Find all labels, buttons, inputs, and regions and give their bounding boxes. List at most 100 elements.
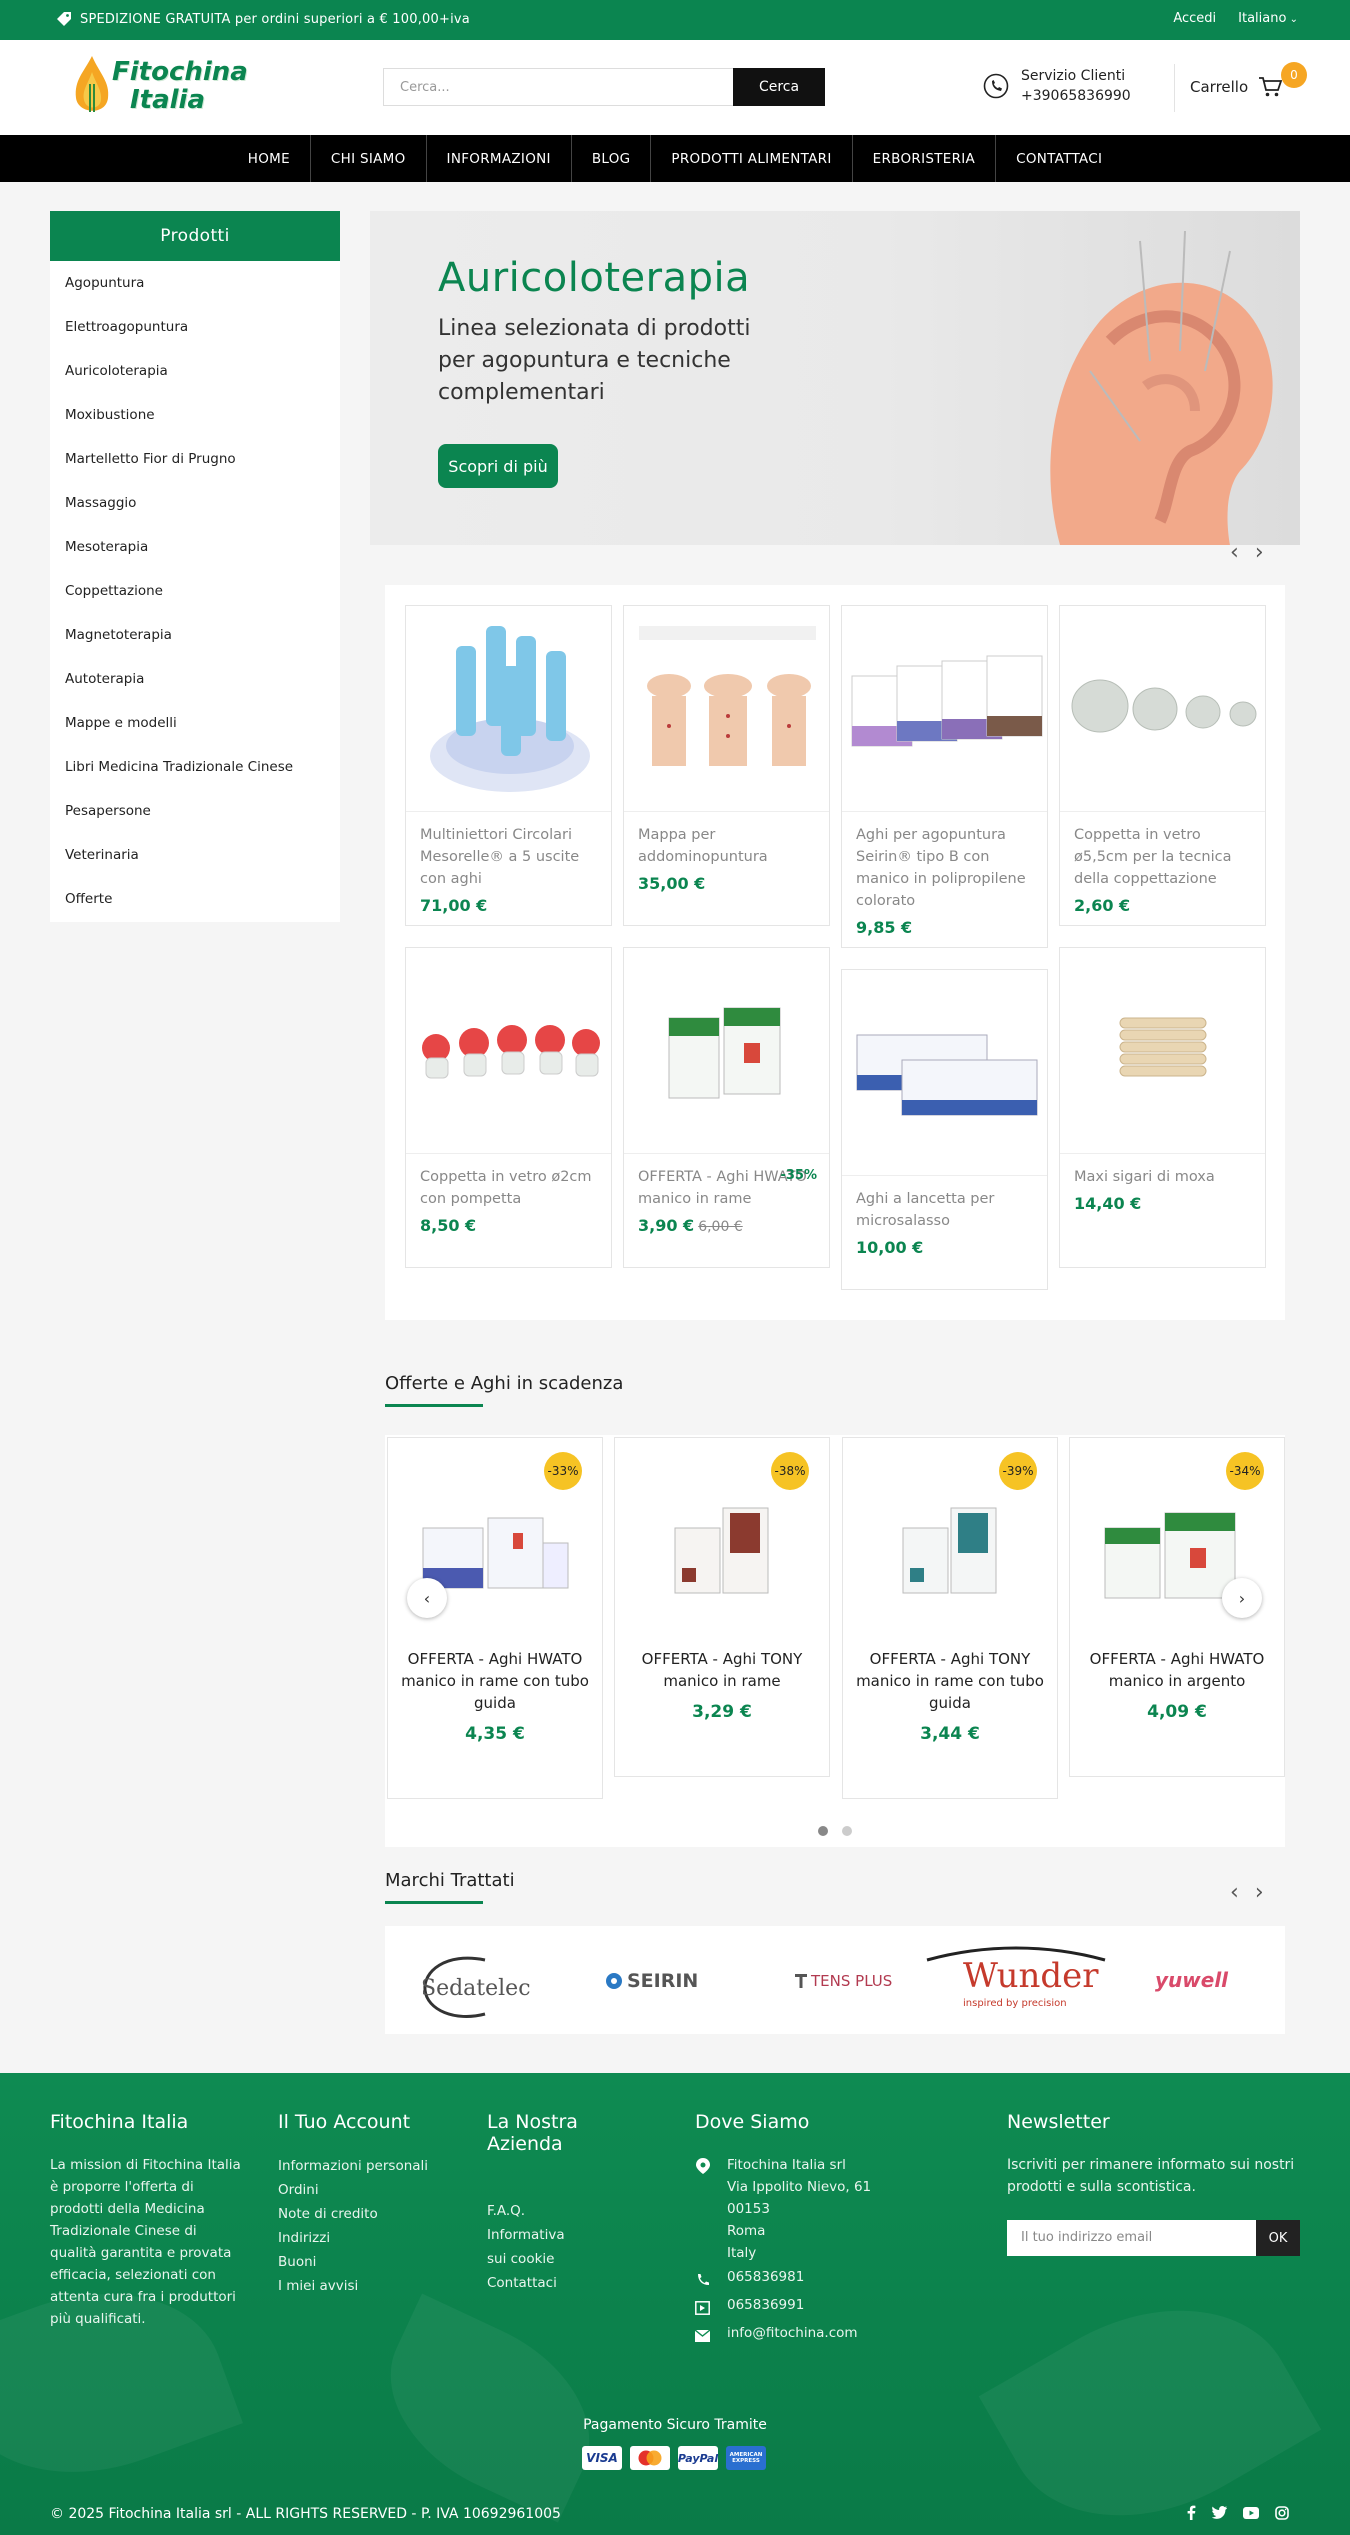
sidebar-item-libri[interactable]: Libri Medicina Tradizionale Cinese — [50, 745, 340, 789]
brands-prev-icon[interactable]: ‹ — [1230, 1880, 1239, 1905]
offers-prev-button[interactable]: ‹ — [407, 1578, 447, 1618]
brand-seirin[interactable]: SEIRIN — [605, 1970, 698, 1992]
cart-icon — [1259, 77, 1283, 97]
twitter-icon[interactable] — [1212, 2506, 1227, 2519]
product-name[interactable]: Coppetta in vetro ø5,5cm per la tecnica … — [1060, 812, 1265, 890]
sidebar-item-offerte[interactable]: Offerte — [50, 877, 340, 921]
product-card[interactable]: OFFERTA - Aghi HWATO manico in rame 3,90… — [623, 947, 830, 1268]
sidebar-item-mesoterapia[interactable]: Mesoterapia — [50, 525, 340, 569]
brand-yuwell[interactable]: yuwell — [1155, 1968, 1228, 1992]
lancet-boxes-image — [856, 1034, 1038, 1116]
brands-next-icon[interactable]: › — [1255, 1880, 1264, 1905]
amex-icon: AMERICAN EXPRESS — [726, 2446, 766, 2470]
footer-link-vouchers[interactable]: Buoni — [278, 2250, 428, 2274]
sidebar-item-massaggio[interactable]: Massaggio — [50, 481, 340, 525]
product-card[interactable]: Maxi sigari di moxa 14,40 € — [1059, 947, 1266, 1268]
nav-contattaci[interactable]: CONTATTACI — [996, 135, 1122, 182]
footer-email[interactable]: info@fitochina.com — [727, 2325, 858, 2341]
service-phone: +39065836990 — [1021, 88, 1131, 104]
newsletter-submit-button[interactable]: OK — [1256, 2220, 1300, 2256]
offer-name[interactable]: OFFERTA - Aghi TONY manico in rame con t… — [843, 1648, 1057, 1714]
offer-image: -38% — [615, 1438, 829, 1648]
discount-label: -35% — [780, 1168, 817, 1183]
sidebar-item-elettroagopuntura[interactable]: Elettroagopuntura — [50, 305, 340, 349]
sidebar-item-mappe[interactable]: Mappe e modelli — [50, 701, 340, 745]
nav-prodotti-alimentari[interactable]: PRODOTTI ALIMENTARI — [651, 135, 853, 182]
discount-badge: -34% — [1226, 1452, 1264, 1490]
product-card[interactable]: Aghi per agopuntura Seirin® tipo B con m… — [841, 605, 1048, 948]
product-name[interactable]: Aghi per agopuntura Seirin® tipo B con m… — [842, 812, 1047, 912]
product-card[interactable]: Aghi a lancetta per microsalasso 10,00 € — [841, 969, 1048, 1290]
offers-next-button[interactable]: › — [1222, 1578, 1262, 1618]
banner-prev-icon[interactable]: ‹ — [1230, 540, 1239, 565]
nav-informazioni[interactable]: INFORMAZIONI — [427, 135, 572, 182]
footer-fax[interactable]: 065836991 — [727, 2297, 804, 2313]
banner-next-icon[interactable]: › — [1255, 540, 1264, 565]
cart-count-badge: 0 — [1281, 62, 1307, 88]
brand-wunder[interactable]: Wunder inspired by precision — [925, 1942, 1107, 2024]
offer-name[interactable]: OFFERTA - Aghi HWATO manico in rame con … — [388, 1648, 602, 1714]
login-link[interactable]: Accedi — [1173, 11, 1216, 26]
customer-service[interactable]: Servizio Clienti +39065836990 — [983, 66, 1131, 106]
newsletter-email-input[interactable]: Il tuo indirizzo email — [1007, 2220, 1257, 2256]
instagram-icon[interactable] — [1275, 2505, 1289, 2520]
product-price: 9,85 € — [856, 918, 913, 937]
footer-link-info[interactable]: Informazioni personali — [278, 2154, 428, 2178]
offer-card[interactable]: -33% OFFERTA - Aghi HWATO manico in rame… — [387, 1437, 603, 1799]
sidebar-item-auricoloterapia[interactable]: Auricoloterapia — [50, 349, 340, 393]
sidebar-item-veterinaria[interactable]: Veterinaria — [50, 833, 340, 877]
search-button[interactable]: Cerca — [733, 68, 825, 106]
brand-wunder-tagline: inspired by precision — [963, 1998, 1067, 2009]
offer-card[interactable]: -38% OFFERTA - Aghi TONY manico in rame … — [614, 1437, 830, 1777]
sidebar-item-moxibustione[interactable]: Moxibustione — [50, 393, 340, 437]
product-name[interactable]: Maxi sigari di moxa — [1060, 1154, 1265, 1188]
footer-link-alerts[interactable]: I miei avvisi — [278, 2274, 428, 2298]
product-price: 2,60 € — [1074, 896, 1131, 915]
sidebar-item-agopuntura[interactable]: Agopuntura — [50, 261, 340, 305]
footer-link-credit[interactable]: Note di credito — [278, 2202, 428, 2226]
banner-cta-button[interactable]: Scopri di più — [438, 444, 558, 488]
offer-name[interactable]: OFFERTA - Aghi TONY manico in rame — [615, 1648, 829, 1692]
header: Fitochina Italia Cerca... Cerca Servizio … — [0, 40, 1350, 135]
search-input[interactable]: Cerca... — [383, 68, 733, 106]
offer-card[interactable]: -39% OFFERTA - Aghi TONY manico in rame … — [842, 1437, 1058, 1799]
product-card[interactable]: Multiniettori Circolari Mesorelle® a 5 u… — [405, 605, 612, 926]
product-card[interactable]: Coppetta in vetro ø5,5cm per la tecnica … — [1059, 605, 1266, 926]
brand-sedatelec[interactable]: Sedatelec — [415, 1952, 535, 2022]
site-logo[interactable]: Fitochina Italia — [70, 52, 248, 122]
footer-link-orders[interactable]: Ordini — [278, 2178, 428, 2202]
footer-link-faq[interactable]: F.A.Q. — [487, 2199, 577, 2223]
sidebar-item-martelletto[interactable]: Martelletto Fior di Prugno — [50, 437, 340, 481]
product-name[interactable]: Mappa per addominopuntura — [624, 812, 829, 868]
youtube-icon[interactable] — [1243, 2506, 1259, 2519]
nav-blog[interactable]: BLOG — [572, 135, 652, 182]
product-name[interactable]: Aghi a lancetta per microsalasso — [842, 1176, 1047, 1232]
sidebar-item-pesapersone[interactable]: Pesapersone — [50, 789, 340, 833]
sidebar-item-coppettazione[interactable]: Coppettazione — [50, 569, 340, 613]
footer-link-cookie[interactable]: Informativa sui cookie — [487, 2223, 577, 2271]
cart-button[interactable]: Carrello — [1190, 76, 1283, 98]
sidebar-item-magnetoterapia[interactable]: Magnetoterapia — [50, 613, 340, 657]
footer-link-addresses[interactable]: Indirizzi — [278, 2226, 428, 2250]
product-price-current: 3,90 € — [638, 1216, 695, 1235]
nav-home[interactable]: HOME — [228, 135, 311, 182]
carousel-dot[interactable] — [842, 1826, 852, 1836]
carousel-dot-active[interactable] — [818, 1826, 828, 1836]
product-card[interactable]: Coppetta in vetro ø2cm con pompetta 8,50… — [405, 947, 612, 1268]
nav-erboristeria[interactable]: ERBORISTERIA — [853, 135, 997, 182]
hero-banner[interactable]: Auricoloterapia Linea selezionata di pro… — [370, 211, 1300, 545]
multiinjector-image — [430, 626, 590, 792]
product-name[interactable]: Multiniettori Circolari Mesorelle® a 5 u… — [406, 812, 611, 890]
language-select[interactable]: Italiano ⌄ — [1238, 11, 1298, 26]
footer-phone[interactable]: 065836981 — [727, 2269, 804, 2285]
sidebar-item-autoterapia[interactable]: Autoterapia — [50, 657, 340, 701]
category-sidebar: Prodotti Agopuntura Elettroagopuntura Au… — [50, 211, 340, 922]
discount-badge: -39% — [999, 1452, 1037, 1490]
product-card[interactable]: Mappa per addominopuntura 35,00 € — [623, 605, 830, 926]
brand-tensplus[interactable]: TENS PLUS — [795, 1972, 892, 1990]
product-name[interactable]: Coppetta in vetro ø2cm con pompetta — [406, 1154, 611, 1210]
nav-chi-siamo[interactable]: CHI SIAMO — [311, 135, 427, 182]
offer-name[interactable]: OFFERTA - Aghi HWATO manico in argento — [1070, 1648, 1284, 1692]
facebook-icon[interactable] — [1186, 2505, 1196, 2520]
footer-link-contact[interactable]: Contattaci — [487, 2271, 577, 2295]
